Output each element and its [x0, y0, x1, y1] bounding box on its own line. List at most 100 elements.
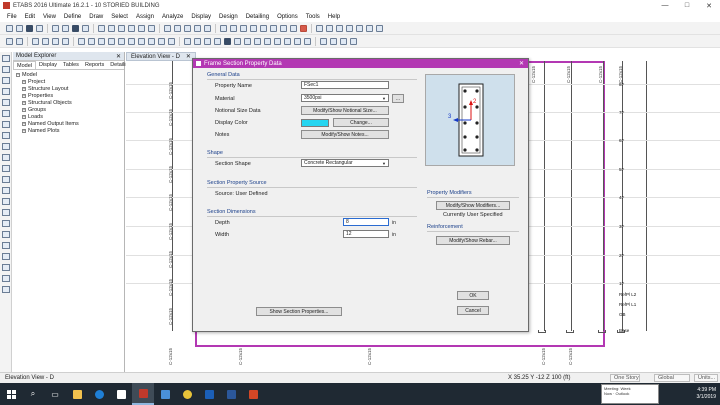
grid-options-icon[interactable] — [204, 37, 211, 45]
new-model-icon[interactable] — [6, 24, 13, 32]
collapse-icon[interactable]: − — [16, 72, 20, 77]
show-loads-icon[interactable] — [270, 24, 277, 32]
show-forces-icon[interactable] — [290, 24, 297, 32]
tab-display[interactable]: Display — [36, 61, 60, 69]
show-undeformed-icon[interactable] — [260, 24, 267, 32]
expand-icon[interactable]: + — [22, 79, 26, 84]
slab-design-icon[interactable] — [350, 37, 357, 45]
tree-item-structure-layout[interactable]: + Structure Layout — [16, 86, 124, 93]
draw-dimension-tool-icon[interactable] — [2, 165, 10, 172]
ok-button[interactable]: OK — [457, 291, 489, 300]
menu-select[interactable]: Select — [111, 14, 128, 20]
assign-restraint-icon[interactable] — [78, 37, 85, 45]
load-patterns-icon[interactable] — [264, 37, 271, 45]
draw-column-tool-icon[interactable] — [2, 88, 10, 95]
materials-icon[interactable] — [224, 37, 231, 45]
material-select[interactable]: 3500psi ▼ — [301, 94, 389, 102]
plan-view-icon[interactable] — [174, 24, 181, 32]
open-icon[interactable] — [16, 24, 23, 32]
draw-frame-icon[interactable] — [326, 24, 333, 32]
draw-reference-point-tool-icon[interactable] — [2, 176, 10, 183]
task-view-icon[interactable]: ▭ — [44, 383, 66, 405]
draw-brace-icon[interactable] — [356, 24, 363, 32]
story-selector[interactable]: One Story — [610, 374, 640, 382]
modify-modifiers-button[interactable]: Modify/Show Modifiers... — [436, 201, 510, 210]
tree-item-groups[interactable]: + Groups — [16, 107, 124, 114]
rotate-view-icon[interactable] — [194, 24, 201, 32]
close-icon[interactable]: ✕ — [186, 53, 191, 60]
material-more-button[interactable]: ... — [392, 94, 404, 103]
select-all-icon[interactable] — [32, 37, 39, 45]
search-icon[interactable]: ⌕ — [22, 383, 44, 405]
assign-diaphragm-icon[interactable] — [118, 37, 125, 45]
deselect-tool-icon[interactable] — [2, 198, 10, 205]
frame-sections-icon[interactable] — [234, 37, 241, 45]
expand-icon[interactable]: + — [22, 100, 26, 105]
intersecting-line-icon[interactable] — [62, 37, 69, 45]
wall-sections-icon[interactable] — [244, 37, 251, 45]
set-display-icon[interactable] — [250, 24, 257, 32]
design-icon[interactable] — [300, 24, 307, 32]
snap-perpendicular-tool-icon[interactable] — [2, 242, 10, 249]
edge-browser-icon[interactable] — [88, 383, 110, 405]
powerpoint-icon[interactable] — [242, 383, 264, 405]
menu-file[interactable]: File — [7, 14, 17, 20]
menu-options[interactable]: Options — [277, 14, 298, 20]
tree-item-loads[interactable]: + Loads — [16, 114, 124, 121]
lock-icon[interactable] — [72, 24, 79, 32]
cancel-button[interactable]: Cancel — [457, 306, 489, 315]
depth-field[interactable]: 8 — [343, 218, 389, 226]
menu-edit[interactable]: Edit — [25, 14, 35, 20]
draw-beam-tool-icon[interactable] — [2, 99, 10, 106]
zoom-window-icon[interactable] — [118, 24, 125, 32]
change-color-button[interactable]: Change... — [333, 118, 389, 127]
draw-floor-tool-icon[interactable] — [2, 121, 10, 128]
snap-ends-tool-icon[interactable] — [2, 220, 10, 227]
redo-icon[interactable] — [62, 24, 69, 32]
show-section-properties-button[interactable]: Show Section Properties... — [256, 307, 342, 316]
refresh-icon[interactable] — [148, 24, 155, 32]
move-down-icon[interactable] — [230, 24, 237, 32]
mass-source-icon[interactable] — [294, 37, 301, 45]
menu-draw[interactable]: Draw — [89, 14, 103, 20]
draw-joint-icon[interactable] — [316, 24, 323, 32]
menu-assign[interactable]: Assign — [136, 14, 154, 20]
chrome-icon[interactable] — [176, 383, 198, 405]
tab-tables[interactable]: Tables — [60, 61, 82, 69]
select-tool-icon[interactable] — [2, 187, 10, 194]
quick-draw-tool-icon[interactable] — [2, 286, 10, 293]
menu-display[interactable]: Display — [191, 14, 211, 20]
story-data-icon[interactable] — [214, 37, 221, 45]
close-icon[interactable]: ✕ — [116, 53, 121, 60]
menu-help[interactable]: Help — [328, 14, 340, 20]
zoom-out-icon[interactable] — [108, 24, 115, 32]
assign-pier-icon[interactable] — [128, 37, 135, 45]
draw-brace-tool-icon[interactable] — [2, 110, 10, 117]
word-icon[interactable] — [220, 383, 242, 405]
zoom-in-icon[interactable] — [98, 24, 105, 32]
elevation-view-icon[interactable] — [184, 24, 191, 32]
run-analysis-icon[interactable] — [82, 24, 89, 32]
load-combinations-icon[interactable] — [284, 37, 291, 45]
close-icon[interactable]: ✕ — [519, 60, 524, 67]
menu-define[interactable]: Define — [64, 14, 81, 20]
menu-analyze[interactable]: Analyze — [162, 14, 183, 20]
assign-frame-section-icon[interactable] — [88, 37, 95, 45]
object-shrink-icon[interactable] — [240, 24, 247, 32]
expand-icon[interactable]: + — [22, 114, 26, 119]
check-model-icon[interactable] — [304, 37, 311, 45]
photos-icon[interactable] — [154, 383, 176, 405]
start-button[interactable] — [0, 383, 22, 405]
close-window-button[interactable]: ✕ — [698, 0, 720, 11]
draw-wall-tool-icon[interactable] — [2, 132, 10, 139]
assign-releases-icon[interactable] — [98, 37, 105, 45]
steel-frame-design-icon[interactable] — [330, 37, 337, 45]
outlook-icon[interactable] — [198, 383, 220, 405]
expand-icon[interactable]: + — [22, 121, 26, 126]
assign-frame-load-icon[interactable] — [158, 37, 165, 45]
notional-size-button[interactable]: Modify/Show Notional Size... — [301, 106, 389, 115]
elevation-view-tab[interactable]: Elevation View - D ✕ — [126, 52, 196, 61]
print-icon[interactable] — [36, 24, 43, 32]
clear-selection-icon[interactable] — [52, 37, 59, 45]
expand-icon[interactable]: + — [22, 107, 26, 112]
